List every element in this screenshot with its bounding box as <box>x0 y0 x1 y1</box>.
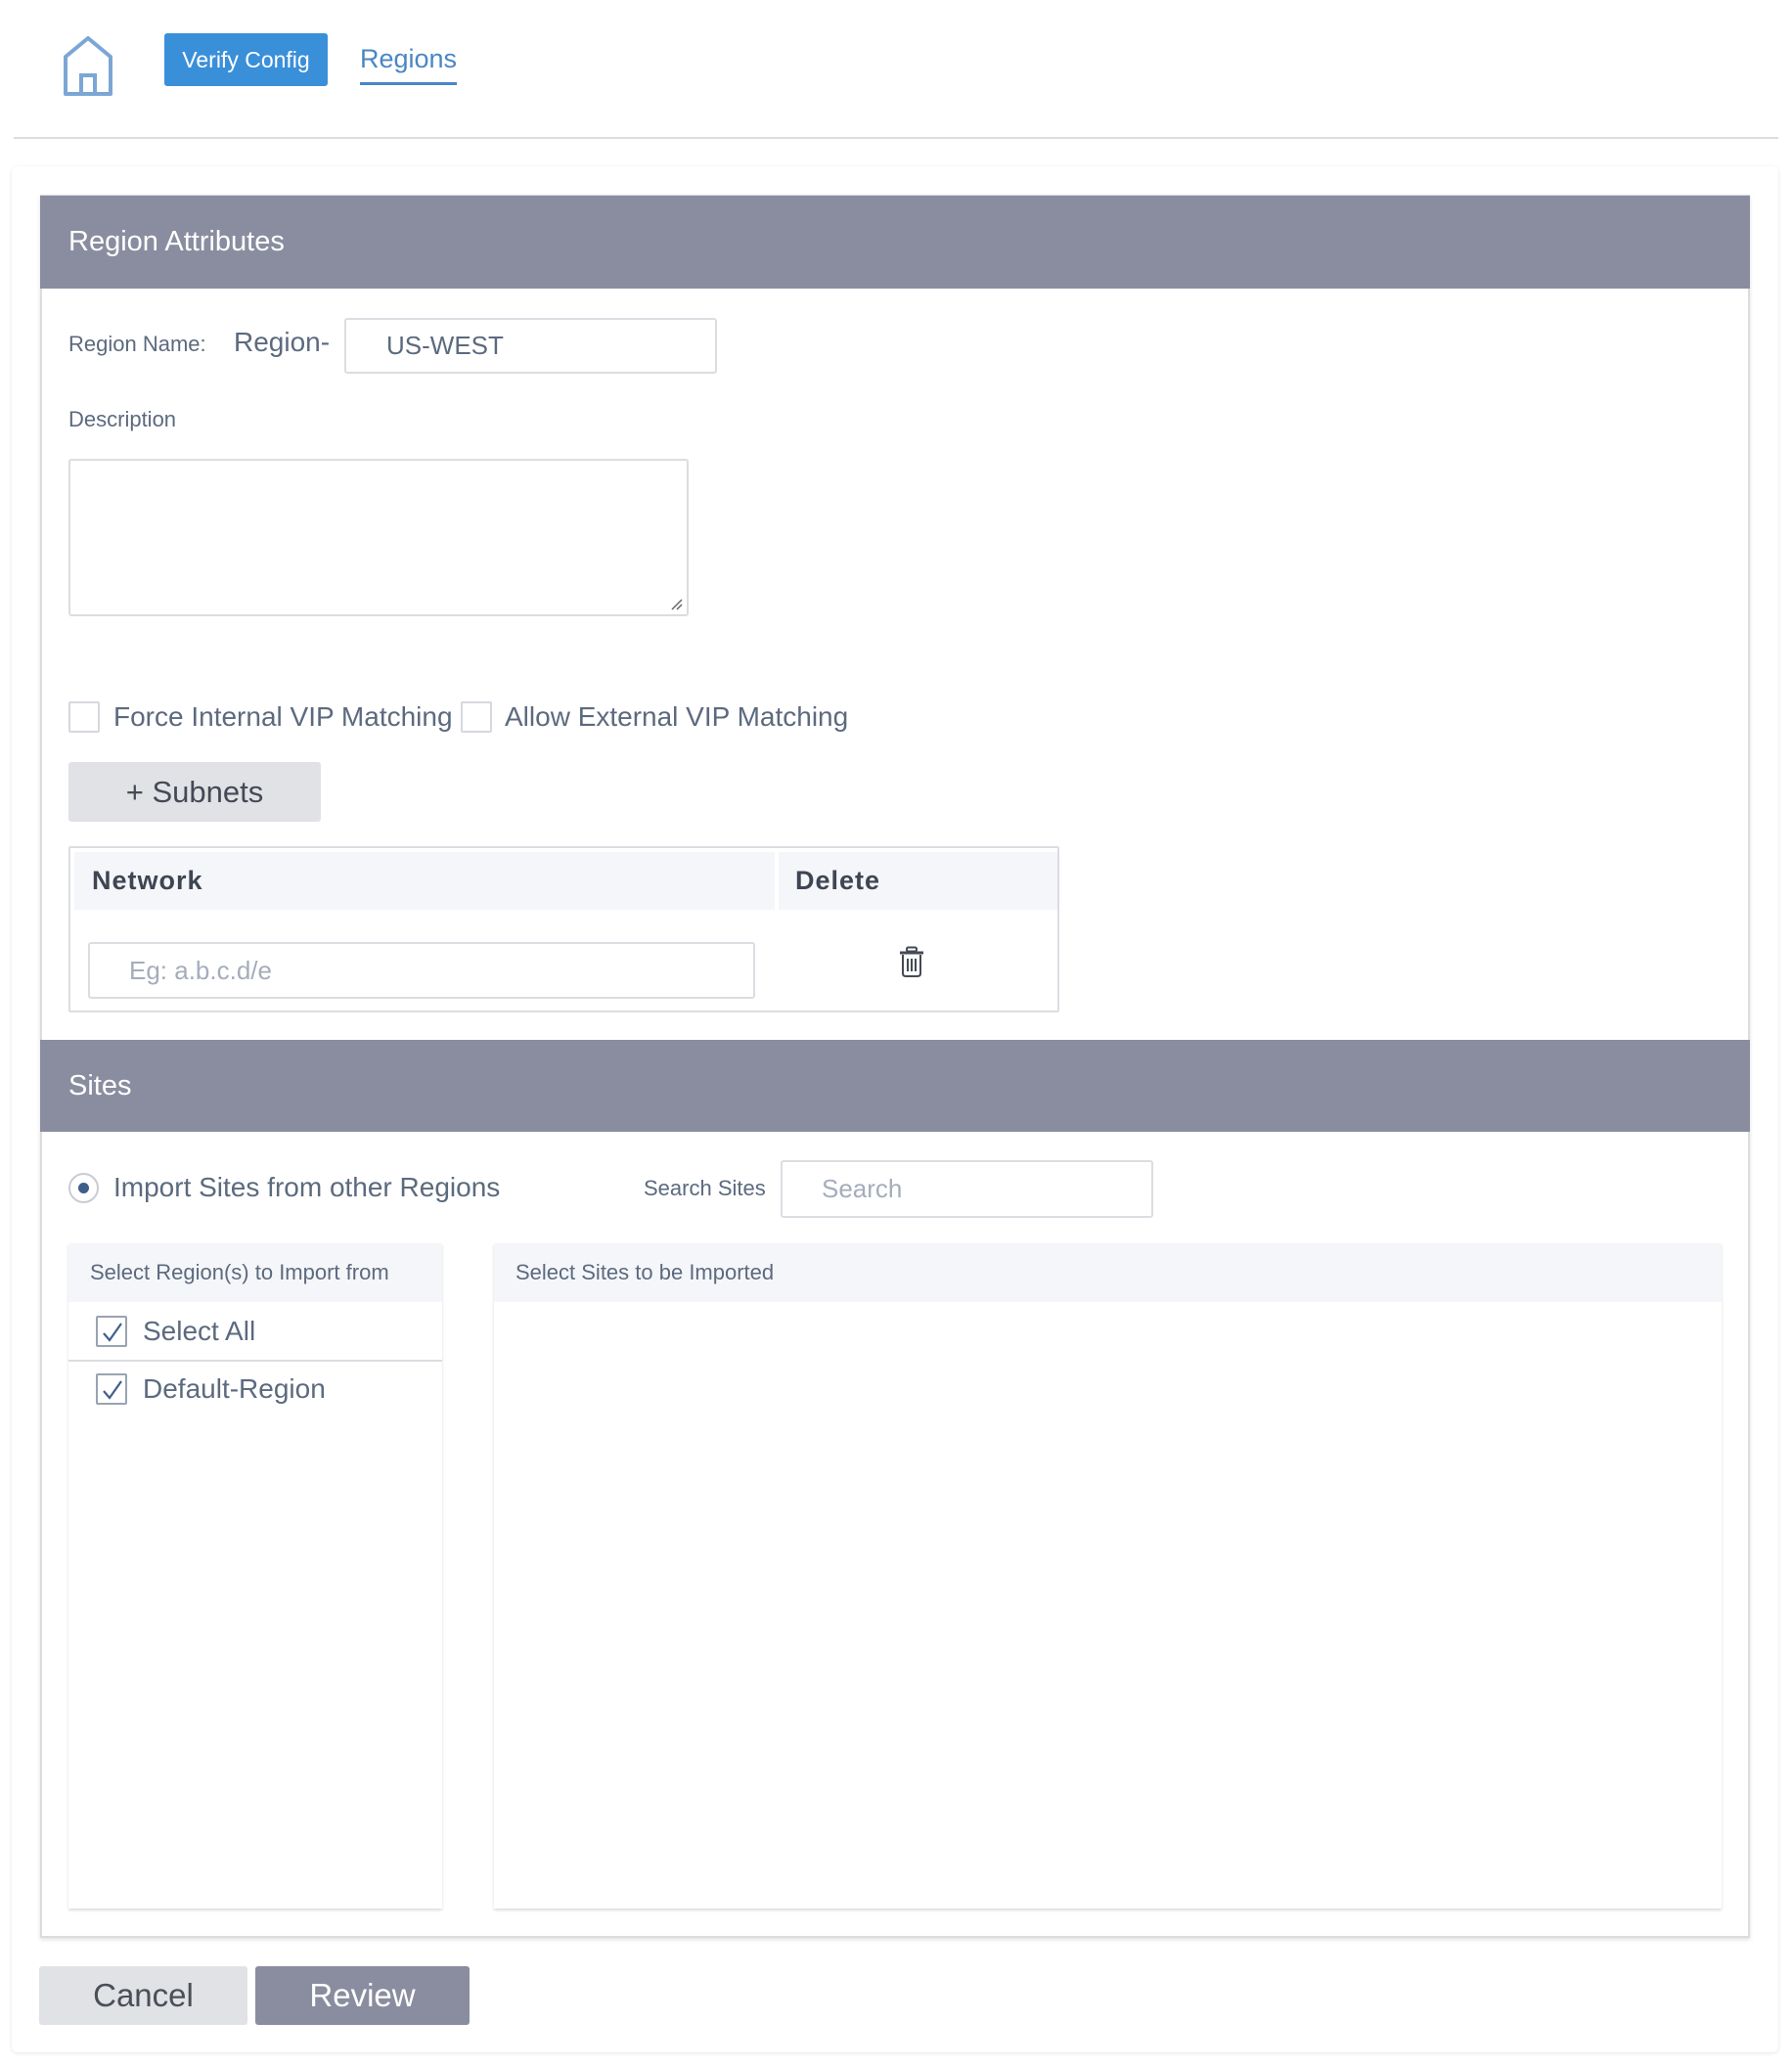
region-name-label: Region Name: <box>68 332 206 356</box>
regions-list-panel: Select Region(s) to Import from Select A… <box>68 1243 442 1909</box>
cancel-button[interactable]: Cancel <box>39 1966 247 2025</box>
sites-title: Sites <box>68 1069 132 1101</box>
home-icon[interactable] <box>63 35 113 96</box>
tab-regions[interactable]: Regions <box>360 43 458 85</box>
select-all-label: Select All <box>143 1316 256 1346</box>
search-sites-placeholder: Search <box>822 1174 903 1203</box>
default-region-label: Default-Region <box>143 1373 326 1404</box>
region-attributes-title: Region Attributes <box>68 226 285 257</box>
search-sites-input[interactable]: Search <box>781 1160 1153 1218</box>
select-all-checkbox[interactable] <box>96 1316 127 1347</box>
default-region-checkbox[interactable] <box>96 1373 127 1405</box>
subnet-table: Network Delete Eg: a.b.c.d/e <box>68 846 1059 1012</box>
network-input[interactable]: Eg: a.b.c.d/e <box>88 942 755 999</box>
force-internal-vip-checkbox[interactable] <box>68 701 100 733</box>
checkmark-icon <box>103 1323 122 1342</box>
regions-list-header: Select Region(s) to Import from <box>68 1243 442 1302</box>
verify-config-button[interactable]: Verify Config <box>164 33 328 86</box>
resize-grip-icon[interactable] <box>669 597 683 610</box>
region-name-value: US-WEST <box>386 331 504 360</box>
allow-external-vip-checkbox[interactable] <box>461 701 492 733</box>
search-sites-label: Search Sites <box>644 1176 766 1200</box>
sites-list-header: Select Sites to be Imported <box>494 1243 1722 1302</box>
region-attributes-header: Region Attributes <box>40 196 1750 289</box>
review-button[interactable]: Review <box>255 1966 470 2025</box>
description-label: Description <box>68 407 177 431</box>
description-textarea[interactable] <box>68 459 689 616</box>
region-list-item-default-region[interactable]: Default-Region <box>68 1362 442 1416</box>
region-name-input[interactable]: US-WEST <box>344 318 717 374</box>
allow-external-vip-label: Allow External VIP Matching <box>505 701 849 732</box>
nav-divider <box>14 137 1778 139</box>
force-internal-vip-label: Force Internal VIP Matching <box>113 701 453 732</box>
trash-icon[interactable] <box>899 946 924 977</box>
network-placeholder: Eg: a.b.c.d/e <box>129 955 272 985</box>
region-name-prefix: Region- <box>234 327 331 357</box>
column-header-delete: Delete <box>779 852 1057 910</box>
add-subnets-button[interactable]: + Subnets <box>68 762 321 822</box>
region-list-item-select-all[interactable]: Select All <box>68 1304 442 1359</box>
import-sites-radio[interactable] <box>68 1173 99 1203</box>
column-header-network: Network <box>74 852 775 910</box>
sites-header: Sites <box>40 1040 1750 1132</box>
import-sites-label: Import Sites from other Regions <box>113 1172 501 1202</box>
checkmark-icon <box>103 1380 122 1400</box>
sites-list-panel: Select Sites to be Imported <box>494 1243 1722 1909</box>
